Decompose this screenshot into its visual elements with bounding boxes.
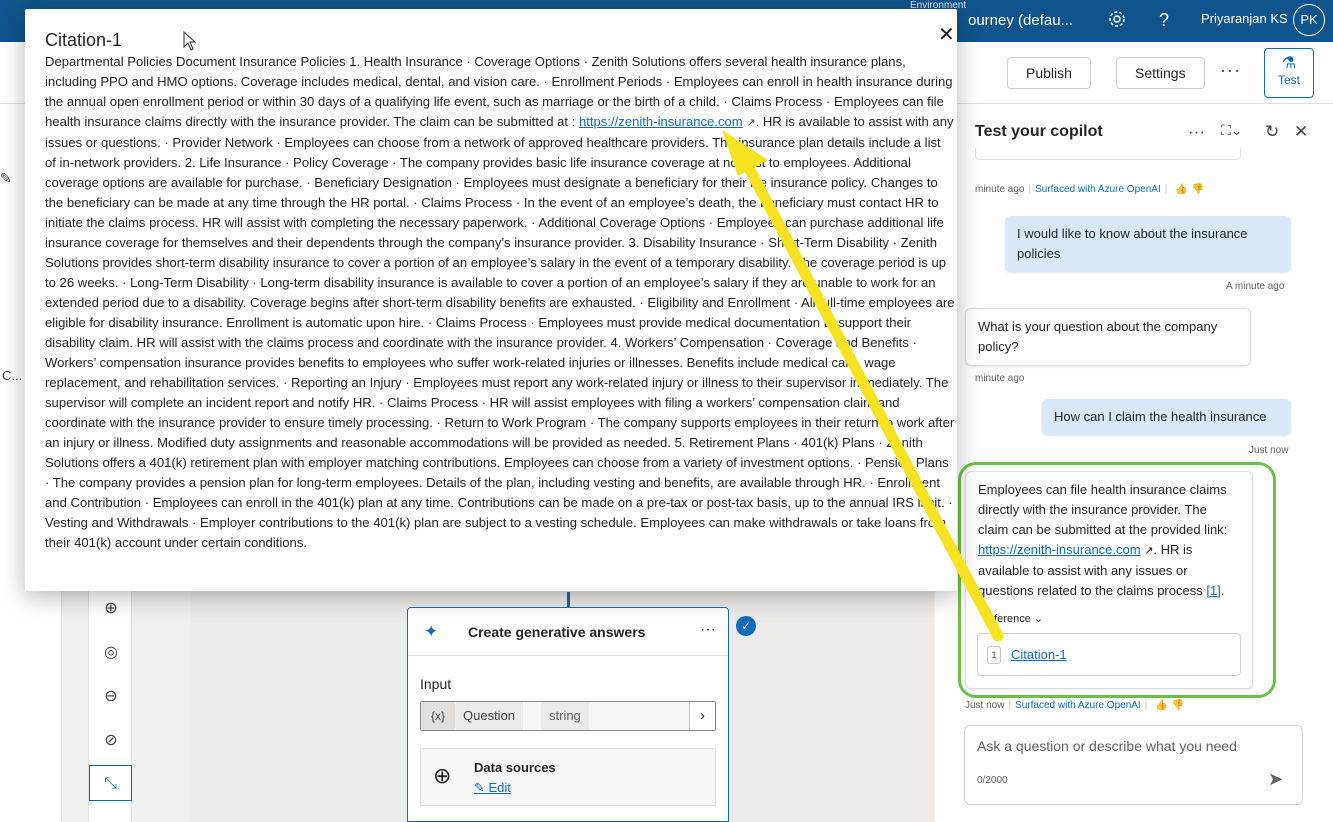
settings-button[interactable]: Settings	[1116, 57, 1205, 89]
environment-picker[interactable]: ourney (defau...	[968, 12, 1073, 29]
zoom-out-icon[interactable]: ⊖	[89, 679, 133, 715]
char-count: 0/2000	[977, 775, 1008, 786]
message-meta: Just now | Surfaced with Azure OpenAI | 👍 👎	[965, 700, 1185, 711]
map-icon[interactable]: ⛶⌄	[1221, 122, 1243, 139]
nav-item-truncated[interactable]: C...	[2, 368, 22, 383]
citation-link[interactable]: https://zenith-insurance.com	[579, 114, 743, 129]
surfaced-label: Surfaced with Azure OpenAI	[1015, 700, 1141, 711]
more-options-icon[interactable]: ···	[1220, 60, 1241, 81]
chevron-right-icon[interactable]: ›	[689, 702, 715, 730]
zoom-in-icon[interactable]: ⊕	[89, 591, 133, 627]
previous-message-edge	[975, 148, 1241, 160]
globe-icon: ⊕	[433, 763, 452, 788]
thumbs-down-icon[interactable]: 👎	[1172, 700, 1184, 711]
pencil-icon: ✎	[474, 780, 489, 795]
minimap-off-icon[interactable]: ⊘	[89, 723, 133, 759]
external-link-icon: ↗	[746, 117, 756, 129]
flask-icon: ⚗	[1281, 55, 1297, 72]
generative-answers-icon: ✦	[424, 622, 439, 641]
more-icon[interactable]: ···	[1188, 122, 1205, 142]
user-message: I would like to know about the insurance…	[1005, 216, 1291, 272]
bot-message: What is your question about the company …	[965, 308, 1251, 366]
citation-dialog: Citation-1 ✕ Departmental Policies Docum…	[25, 9, 957, 591]
input-variable-type: string	[541, 702, 589, 730]
node-header: ✦ Create generative answers ···	[408, 608, 728, 656]
message-timestamp: Just now	[1249, 445, 1289, 456]
dialog-title: Citation-1	[45, 30, 123, 50]
edit-link-label: Edit	[488, 780, 511, 795]
user-name: Priyaranjan KS	[1201, 11, 1288, 26]
generative-answers-node[interactable]: ✦ Create generative answers ··· Input {x…	[407, 607, 729, 822]
canvas-toolbar: ⊕ ◎ ⊖ ⊘ ⤡	[88, 585, 132, 822]
pin-icon[interactable]: ✎	[0, 170, 12, 187]
test-button-label: Test	[1277, 73, 1300, 87]
citation-text-2: . HR is available to assist with any iss…	[45, 114, 955, 550]
message-meta: minute ago | Surfaced with Azure OpenAI | 👍 👎	[975, 184, 1205, 195]
data-sources-title: Data sources	[474, 760, 556, 775]
variable-icon: {x}	[421, 702, 455, 730]
message-timestamp: minute ago	[975, 184, 1025, 195]
node-more-icon[interactable]: ···	[700, 621, 716, 639]
mouse-cursor-icon	[183, 31, 197, 51]
surfaced-label: Surfaced with Azure OpenAI	[1035, 184, 1161, 195]
question-icon[interactable]: ?	[1153, 9, 1175, 31]
highlight-box	[958, 462, 1276, 698]
test-panel-title: Test your copilot	[975, 123, 1103, 140]
input-variable-name: Question	[455, 702, 525, 730]
thumbs-up-icon[interactable]: 👍	[1175, 184, 1187, 195]
node-input-label: Input	[420, 676, 452, 692]
publish-button[interactable]: Publish	[1007, 57, 1091, 89]
recenter-icon[interactable]: ◎	[89, 635, 133, 671]
node-connector	[567, 592, 570, 608]
message-timestamp: A minute ago	[1226, 281, 1285, 292]
close-icon[interactable]: ✕	[1294, 122, 1308, 142]
chat-composer: 0/2000 ➤	[964, 725, 1303, 805]
thumbs-up-icon[interactable]: 👍	[1155, 700, 1167, 711]
close-icon[interactable]: ✕	[938, 22, 955, 47]
citation-body: Departmental Policies Document Insurance…	[45, 52, 955, 553]
avatar[interactable]: PK	[1293, 4, 1325, 36]
refresh-icon[interactable]: ↻	[1265, 122, 1279, 142]
user-message: How can I claim the health insurance	[1042, 399, 1291, 435]
data-sources-edit-link[interactable]: ✎ Edit	[474, 780, 511, 796]
test-button[interactable]: ⚗ Test	[1264, 48, 1314, 98]
chat-input[interactable]	[977, 738, 1267, 754]
checkmark-icon: ✓	[736, 616, 756, 636]
node-input-field[interactable]: {x} Question string ›	[420, 701, 716, 731]
message-timestamp: Just now	[965, 700, 1005, 711]
message-timestamp: minute ago	[975, 373, 1025, 384]
data-sources-card: ⊕ Data sources ✎ Edit	[420, 748, 716, 806]
send-icon[interactable]: ➤	[1268, 769, 1283, 790]
thumbs-down-icon[interactable]: 👎	[1192, 184, 1204, 195]
select-pointer-icon[interactable]: ⤡	[89, 765, 132, 801]
gear-icon[interactable]	[1106, 9, 1128, 31]
node-title: Create generative answers	[468, 624, 646, 640]
